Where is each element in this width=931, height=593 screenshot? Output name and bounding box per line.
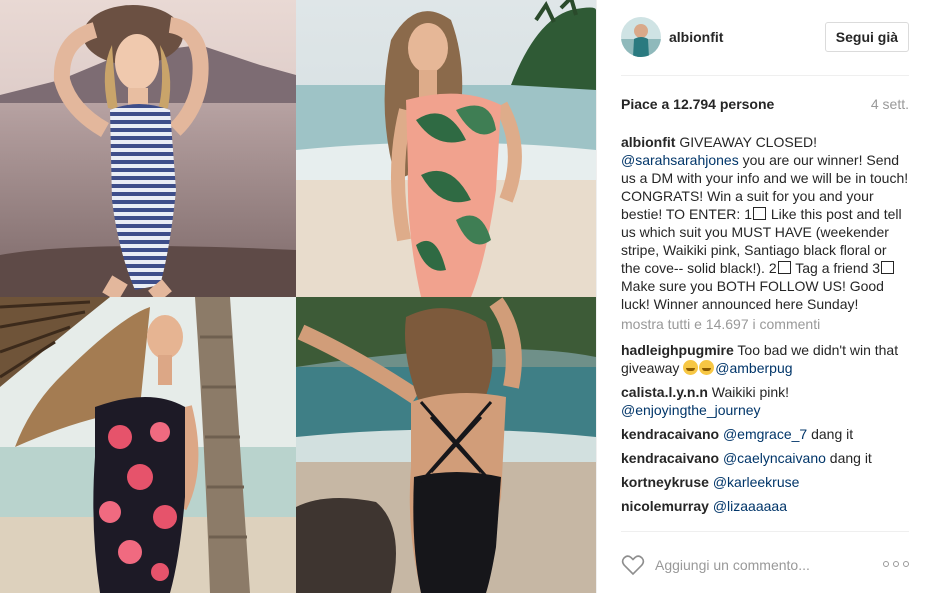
add-comment-input[interactable] xyxy=(655,552,875,578)
comment-item: kendracaivano @emgrace_7 dang it xyxy=(621,425,909,443)
comment-item: kendracaivano @caelyncaivano dang it xyxy=(621,449,909,467)
comments-list: albionfit GIVEAWAY CLOSED! @sarahsarahjo… xyxy=(621,133,909,529)
comment-mention[interactable]: @enjoyingthe_journey xyxy=(621,402,761,418)
comment-text: dang it xyxy=(807,426,854,442)
comment-author[interactable]: hadleighpugmire xyxy=(621,342,734,358)
photo-floral-swimsuit xyxy=(0,297,296,593)
comment-item: hadleighpugmire Too bad we didn't win th… xyxy=(621,341,909,377)
comment-author[interactable]: kendracaivano xyxy=(621,450,719,466)
post-username[interactable]: albionfit xyxy=(669,29,723,45)
post-caption: albionfit GIVEAWAY CLOSED! @sarahsarahjo… xyxy=(621,133,909,313)
view-all-comments-link[interactable]: mostra tutti e 14.697 i commenti xyxy=(621,315,909,333)
photo-leaf-swimsuit xyxy=(296,0,596,297)
likes-row: Piace a 12.794 persone 4 sett. xyxy=(621,96,909,112)
more-options-icon[interactable] xyxy=(883,554,909,574)
comment-mention[interactable]: @karleekruse xyxy=(713,474,800,490)
comment-mention[interactable]: @lizaaaaaa xyxy=(713,498,787,514)
caption-text: Make sure you BOTH FOLLOW US! Good luck!… xyxy=(621,278,884,312)
post-header: albionfit Segui già xyxy=(621,14,909,76)
comment-author[interactable]: kendracaivano xyxy=(621,426,719,442)
emoji-icon xyxy=(699,360,715,375)
comment-mention[interactable]: @amberpug xyxy=(715,360,792,376)
following-button[interactable]: Segui già xyxy=(824,22,909,52)
comment-text: Waikiki pink! xyxy=(707,384,790,400)
post-image[interactable] xyxy=(0,0,596,593)
checkbox-glyph-icon xyxy=(881,261,895,274)
photo-striped-swimsuit xyxy=(0,0,296,297)
caption-mention[interactable]: @sarahsarahjones xyxy=(621,152,739,168)
checkbox-glyph-icon xyxy=(752,207,766,220)
comment-mention[interactable]: @caelyncaivano xyxy=(723,450,826,466)
comment-item: kortneykruse @karleekruse xyxy=(621,473,909,491)
caption-text: GIVEAWAY CLOSED! xyxy=(675,134,818,150)
photo-black-swimsuit xyxy=(296,297,596,593)
comment-author[interactable]: nicolemurray xyxy=(621,498,709,514)
comment-item: nicolemurray @lizaaaaaa xyxy=(621,497,909,515)
avatar[interactable] xyxy=(621,17,661,57)
likes-count[interactable]: Piace a 12.794 persone xyxy=(621,96,774,112)
heart-icon[interactable] xyxy=(621,554,645,576)
post-sidebar: albionfit Segui già Piace a 12.794 perso… xyxy=(596,0,931,593)
emoji-icon xyxy=(683,360,699,375)
comment-mention[interactable]: @emgrace_7 xyxy=(723,426,807,442)
comment-author[interactable]: calista.l.y.n.n xyxy=(621,384,708,400)
post-timestamp[interactable]: 4 sett. xyxy=(871,96,909,112)
caption-text: Tag a friend 3 xyxy=(791,260,881,276)
comment-text: dang it xyxy=(825,450,872,466)
caption-author[interactable]: albionfit xyxy=(621,134,675,150)
comment-author[interactable]: kortneykruse xyxy=(621,474,709,490)
comment-footer xyxy=(621,531,909,593)
comment-item: calista.l.y.n.n Waikiki pink! @enjoyingt… xyxy=(621,383,909,419)
checkbox-glyph-icon xyxy=(777,261,791,274)
